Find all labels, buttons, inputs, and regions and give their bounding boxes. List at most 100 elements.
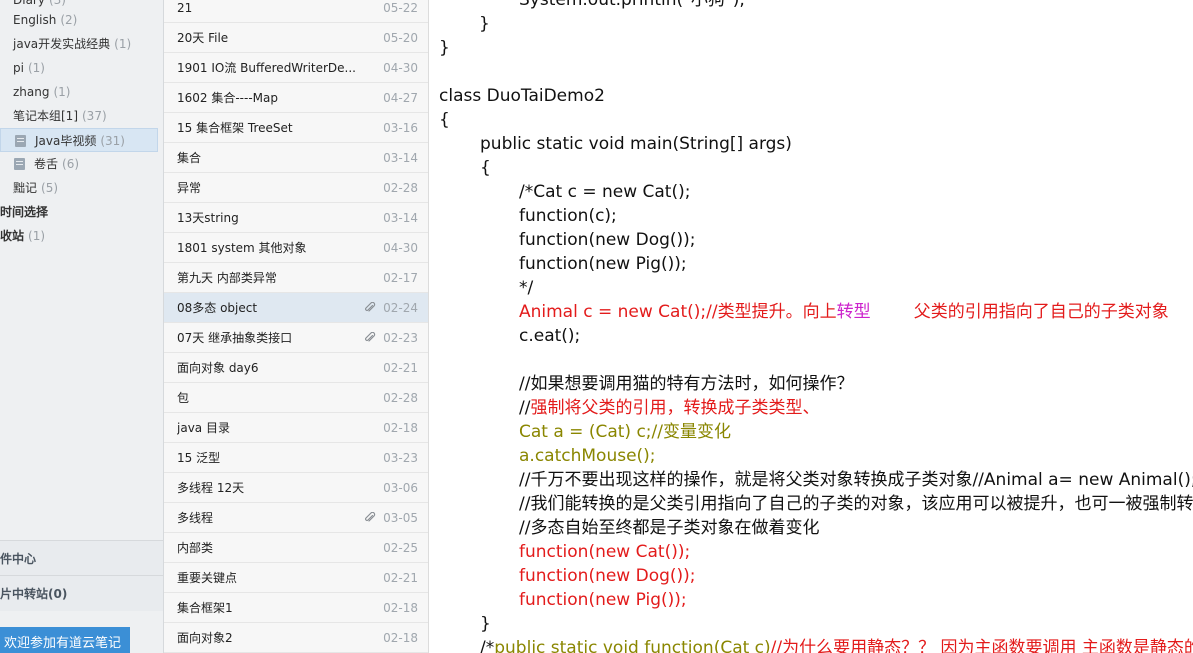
note-list-item[interactable]: 多线程 12天 03-06 xyxy=(164,473,428,503)
sidebar-item-count: (1) xyxy=(114,37,132,51)
code-line: } xyxy=(479,12,490,36)
note-list: 21 05-22 20天 File 05-20 1901 IO流 BufferedWri… xyxy=(164,0,429,653)
note-title: 异常 xyxy=(177,181,202,195)
code-line: } xyxy=(439,36,450,60)
sidebar-item-label: Diary xyxy=(13,0,45,7)
sidebar-item-notebook-java-classic[interactable]: java开发实战经典 (1) xyxy=(0,32,158,56)
code-line: //强制将父类的引用，转换成子类类型、 xyxy=(519,396,819,420)
sidebar-item-label: pi xyxy=(13,61,24,75)
code-line: /*public static void function(Cat c)//为什… xyxy=(480,636,1193,653)
code-line: */ xyxy=(519,276,533,300)
note-date: 02-21 xyxy=(383,571,418,585)
sidebar-item-notebook-zhang[interactable]: zhang (1) xyxy=(0,80,158,104)
code-segment: //多态自始至终都是子类对象在做着变化 xyxy=(519,518,820,538)
sidebar-item-notebook-java-video[interactable]: Java毕视频 (31) xyxy=(0,128,158,152)
note-title: 面向对象 day6 xyxy=(177,361,259,375)
sidebar-item-count: (1) xyxy=(53,85,71,99)
note-list-item[interactable]: 异常 02-28 xyxy=(164,173,428,203)
code-segment: System.out.println("小狗"); xyxy=(519,0,746,10)
code-segment: function(new Cat()); xyxy=(519,542,691,562)
note-list-item[interactable]: 第九天 内部类异常 02-17 xyxy=(164,263,428,293)
note-date: 02-18 xyxy=(383,631,418,645)
sidebar-item-label: 卷舌 xyxy=(34,157,59,171)
sidebar-item-count: (31) xyxy=(100,134,125,148)
code-line: function(new Cat()); xyxy=(519,540,690,564)
code-segment: //如果想要调用猫的特有方法时，如何操作？ xyxy=(519,374,854,394)
code-segment: a.catchMouse(); xyxy=(519,446,656,466)
note-list-item[interactable]: 重要关键点 02-21 xyxy=(164,563,428,593)
code-segment: function(c); xyxy=(519,206,617,226)
note-date: 02-21 xyxy=(383,361,418,375)
note-date: 02-28 xyxy=(383,391,418,405)
promo-button[interactable]: 欢迎参加有道云笔记 xyxy=(0,627,130,653)
sidebar-item-recycle-bin[interactable]: 收站 (1) xyxy=(0,224,158,248)
note-list-item[interactable]: 面向对象 day6 02-21 xyxy=(164,353,428,383)
notebook-icon xyxy=(14,158,25,170)
note-title: 内部类 xyxy=(177,541,214,555)
note-date: 02-28 xyxy=(383,181,418,195)
note-list-item[interactable]: 08多态 object 02-24 xyxy=(164,293,428,323)
sidebar-item-notebook-pi[interactable]: pi (1) xyxy=(0,56,158,80)
note-date: 02-25 xyxy=(383,541,418,555)
note-date: 03-14 xyxy=(383,211,418,225)
notebook-icon xyxy=(15,135,26,147)
note-list-item[interactable]: 包 02-28 xyxy=(164,383,428,413)
code-line: c.eat(); xyxy=(519,324,580,348)
code-segment: function(new Dog()); xyxy=(519,566,696,586)
sidebar-item-count: (37) xyxy=(82,109,107,123)
sidebar-item-notebook-juanshe[interactable]: 卷舌 (6) xyxy=(0,152,158,176)
code-line: /*Cat c = new Cat(); xyxy=(519,180,690,204)
note-title: 集合框架1 xyxy=(177,601,233,615)
code-line: class DuoTaiDemo2 xyxy=(439,84,605,108)
sidebar-item-count: (2) xyxy=(60,13,78,27)
note-list-item[interactable]: 集合 03-14 xyxy=(164,143,428,173)
code-line: { xyxy=(439,108,450,132)
note-title: 包 xyxy=(177,391,190,405)
code-line: Cat a = (Cat) c;//变量变化 xyxy=(519,420,731,444)
sidebar-item-count: (1) xyxy=(28,229,46,243)
note-list-item[interactable]: 21 05-22 xyxy=(164,0,428,23)
code-segment: */ xyxy=(519,278,534,298)
sidebar-item-label: 时间选择 xyxy=(0,205,49,219)
note-date: 02-24 xyxy=(383,301,418,315)
code-segment: } xyxy=(480,614,491,634)
note-title: 面向对象2 xyxy=(177,631,233,645)
note-date: 02-23 xyxy=(383,331,418,345)
note-title: 重要关键点 xyxy=(177,571,238,585)
note-list-item[interactable]: 1901 IO流 BufferedWriterDe... 04-30 xyxy=(164,53,428,83)
note-title: 13天string xyxy=(177,211,239,225)
note-list-item[interactable]: 多线程 03-05 xyxy=(164,503,428,533)
note-list-item[interactable]: 1602 集合----Map 04-27 xyxy=(164,83,428,113)
note-list-item[interactable]: 15 泛型 03-23 xyxy=(164,443,428,473)
sidebar-item-count: (6) xyxy=(62,157,80,171)
note-list-item[interactable]: 面向对象2 02-18 xyxy=(164,623,428,653)
note-title: 21 xyxy=(177,1,193,15)
code-segment: { xyxy=(480,158,491,178)
attachment-center-section[interactable]: 件中心 xyxy=(0,540,163,576)
attachment-icon xyxy=(364,511,376,524)
note-list-item[interactable]: java 目录 02-18 xyxy=(164,413,428,443)
note-date: 02-17 xyxy=(383,271,418,285)
note-date: 03-23 xyxy=(383,451,418,465)
note-list-item[interactable]: 1801 system 其他对象 04-30 xyxy=(164,233,428,263)
note-title: 集合 xyxy=(177,151,202,165)
image-transfer-section[interactable]: 片中转站(0) xyxy=(0,575,163,611)
note-date: 03-05 xyxy=(383,511,418,525)
sidebar-item-label: zhang xyxy=(13,85,50,99)
note-list-item[interactable]: 15 集合框架 TreeSet 03-16 xyxy=(164,113,428,143)
sidebar-item-label: Java毕视频 xyxy=(35,134,97,148)
code-line: //多态自始至终都是子类对象在做着变化 xyxy=(519,516,819,540)
note-list-item[interactable]: 集合框架1 02-18 xyxy=(164,593,428,623)
sidebar-item-time-select[interactable]: 时间选择 xyxy=(0,200,158,224)
note-list-item[interactable]: 20天 File 05-20 xyxy=(164,23,428,53)
sidebar-item-notebook-english[interactable]: English (2) xyxy=(0,8,158,32)
note-list-item[interactable]: 07天 继承抽象类接口 02-23 xyxy=(164,323,428,353)
note-title: 20天 File xyxy=(177,31,229,45)
sidebar-item-notebook-notes[interactable]: 黜记 (5) xyxy=(0,176,158,200)
code-segment: /* xyxy=(480,638,495,653)
sidebar-item-notebook-group[interactable]: 笔记本组[1] (37) xyxy=(0,104,158,128)
note-list-item[interactable]: 内部类 02-25 xyxy=(164,533,428,563)
note-editor[interactable]: System.out.println("小狗");}} class DuoTaiD… xyxy=(429,0,1193,653)
note-list-item[interactable]: 13天string 03-14 xyxy=(164,203,428,233)
sidebar-item-count: (3) xyxy=(48,0,66,7)
